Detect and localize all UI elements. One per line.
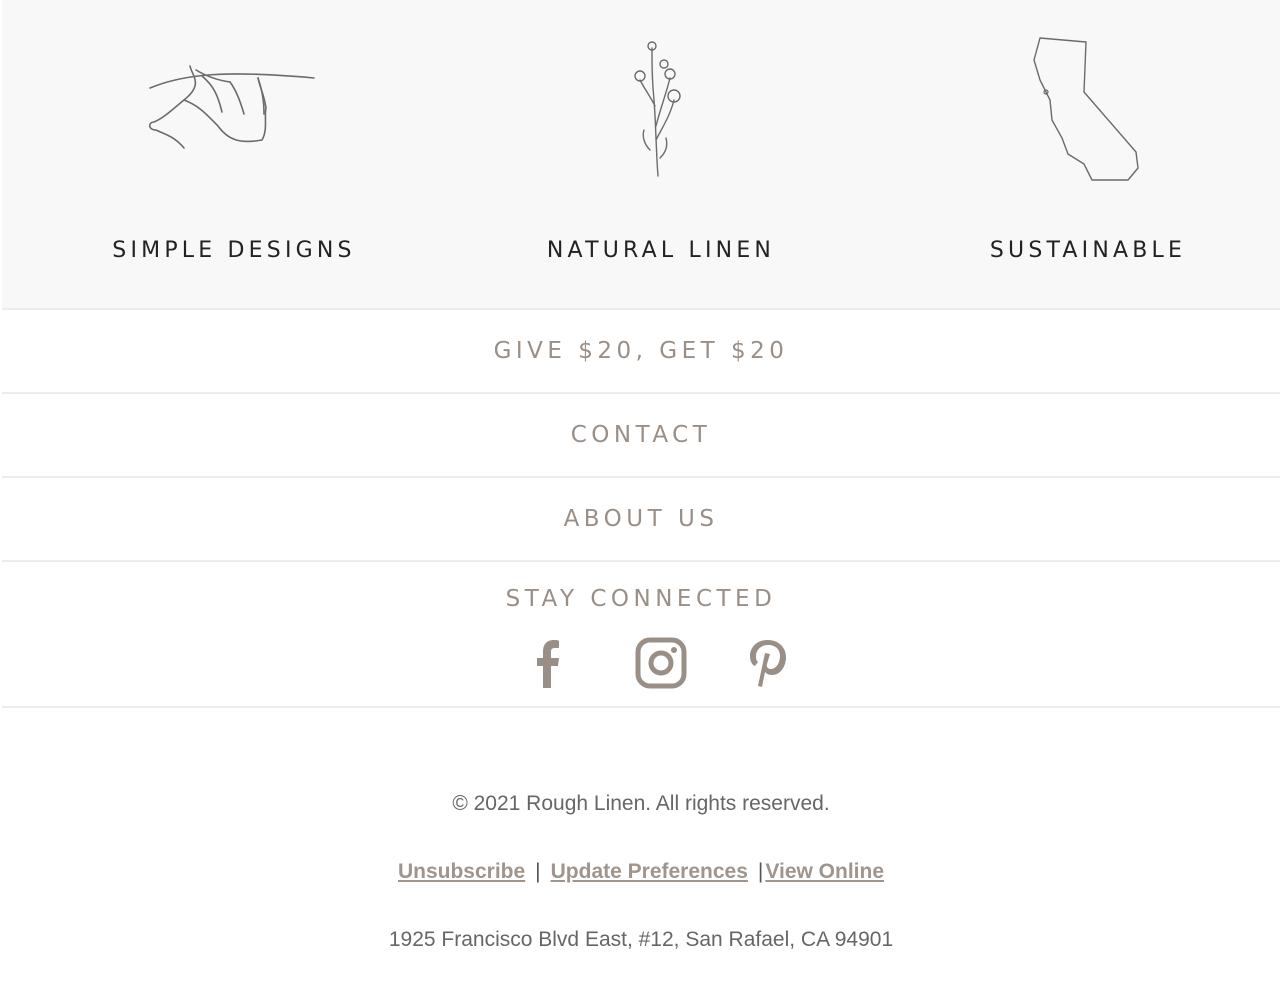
- email-footer: SIMPLE DESIGNS NATURAL LINEN SUSTAINABLE…: [2, 0, 1280, 980]
- footer-links: Unsubscribe | Update Preferences |View Onli…: [2, 860, 1280, 884]
- stay-connected-heading: STAY CONNECTED: [505, 586, 777, 612]
- unsubscribe-link[interactable]: Unsubscribe: [398, 860, 525, 883]
- feature-simple-designs: SIMPLE DESIGNS: [21, 0, 447, 308]
- facebook-icon[interactable]: [521, 636, 575, 690]
- pinterest-icon[interactable]: [742, 636, 796, 690]
- nav-row-referral: GIVE $20, GET $20: [2, 310, 1280, 394]
- feature-label: SUSTAINABLE: [989, 238, 1187, 263]
- contact-link[interactable]: CONTACT: [571, 422, 712, 448]
- features-banner: SIMPLE DESIGNS NATURAL LINEN SUSTAINABLE: [2, 0, 1280, 310]
- give-get-link[interactable]: GIVE $20, GET $20: [494, 338, 789, 364]
- feature-sustainable: SUSTAINABLE: [875, 0, 1286, 308]
- footer-legal: © 2021 Rough Linen. All rights reserved.…: [2, 708, 1280, 980]
- california-map-icon: [1033, 37, 1139, 181]
- about-us-link[interactable]: ABOUT US: [564, 506, 719, 532]
- instagram-icon[interactable]: [634, 636, 688, 690]
- nav-row-about: ABOUT US: [2, 478, 1280, 562]
- feature-label: NATURAL LINEN: [546, 238, 776, 263]
- social-section: STAY CONNECTED: [2, 562, 1280, 708]
- link-separator: |: [535, 860, 541, 883]
- mailing-address: 1925 Francisco Blvd East, #12, San Rafae…: [388, 928, 894, 951]
- wildflower-icon: [634, 41, 681, 177]
- laundry-line-icon: [148, 65, 315, 149]
- link-separator: |: [757, 860, 764, 883]
- feature-label: SIMPLE DESIGNS: [112, 238, 356, 263]
- view-online-link[interactable]: View Online: [765, 860, 884, 883]
- copyright-text: © 2021 Rough Linen. All rights reserved.: [452, 792, 830, 815]
- social-icons: [2, 636, 1280, 690]
- nav-row-contact: CONTACT: [2, 394, 1280, 478]
- update-preferences-link[interactable]: Update Preferences: [551, 860, 748, 883]
- feature-natural-linen: NATURAL LINEN: [448, 0, 874, 308]
